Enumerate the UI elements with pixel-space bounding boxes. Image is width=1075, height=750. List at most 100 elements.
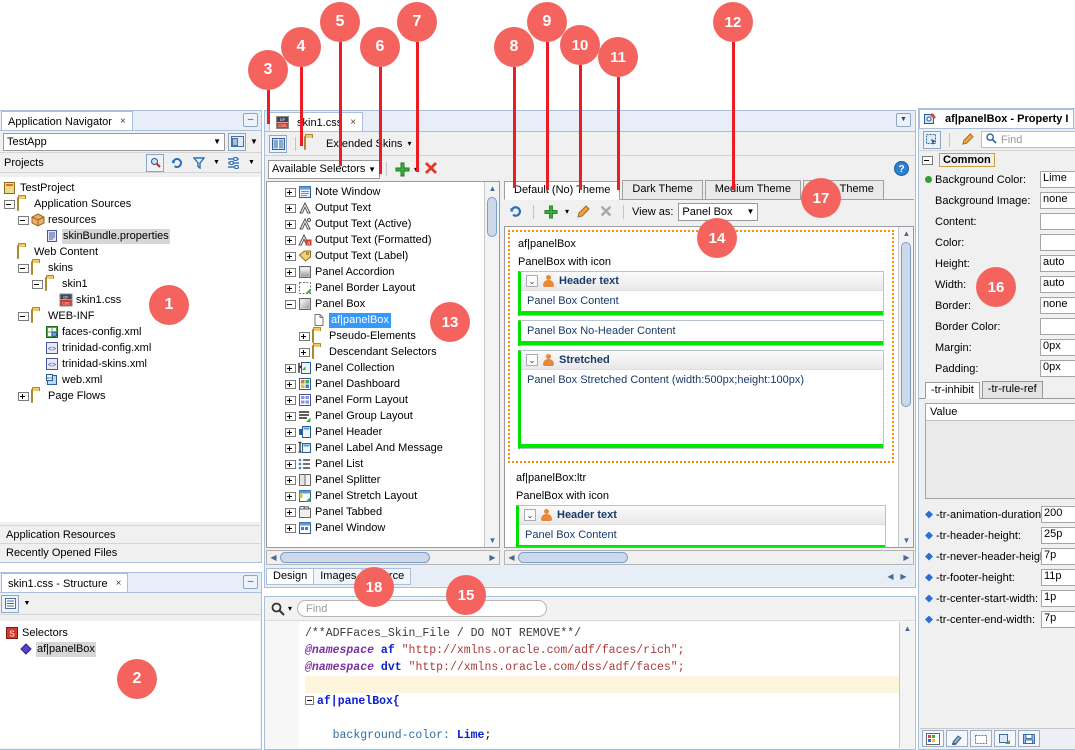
options-menu-arrow[interactable]: ▼ (247, 154, 256, 172)
tree-item-output-text-formatted[interactable]: AOutput Text (Formatted) (271, 232, 499, 248)
expand-toggle-icon[interactable] (285, 396, 296, 405)
scroll-left-icon[interactable]: ◀ (505, 551, 518, 564)
theme-tabs[interactable]: Default (No) ThemeDark ThemeMedium Theme… (504, 179, 914, 200)
code-line[interactable] (305, 710, 899, 727)
source-vscrollbar[interactable]: ▲ (899, 622, 914, 748)
property-value-input[interactable]: 1p (1041, 590, 1075, 607)
tree-item-panel-label-and-message[interactable]: Panel Label And Message (271, 440, 499, 456)
tree-item-web-content[interactable]: Web Content (0, 244, 260, 260)
collapse-toggle-icon[interactable] (18, 312, 29, 321)
code-line[interactable] (305, 676, 899, 693)
expand-toggle-icon[interactable] (299, 348, 310, 357)
tree-item-panel-header[interactable]: Panel Header (271, 424, 499, 440)
tree-item-panel-group-layout[interactable]: Panel Group Layout (271, 408, 499, 424)
scroll-down-icon[interactable]: ▼ (900, 534, 913, 547)
code-area[interactable]: /**ADFFaces_Skin_File / DO NOT REMOVE**/… (299, 622, 899, 748)
property-value-input[interactable]: 7p (1041, 548, 1075, 565)
tree-item-panel-list[interactable]: Panel List (271, 456, 499, 472)
extended-skins-label[interactable]: Extended Skins (326, 138, 402, 150)
find-menu-arrow[interactable]: ▾ (288, 604, 292, 613)
add-preview-button[interactable] (542, 203, 560, 221)
selectors-vscrollbar[interactable]: ▲ ▼ (484, 182, 499, 547)
property-value-input[interactable]: auto (1040, 276, 1075, 293)
expand-toggle-icon[interactable] (285, 220, 296, 229)
options-icon[interactable] (225, 154, 243, 172)
expand-toggle-icon[interactable] (285, 428, 296, 437)
collapse-toggle-icon[interactable] (32, 280, 43, 289)
code-line[interactable]: @namespace dvt "http://xmlns.oracle.com/… (305, 659, 899, 676)
panel-box-sample[interactable]: Panel Box No-Header Content (518, 320, 884, 346)
application-select[interactable]: TestApp ▼ (3, 133, 225, 151)
expand-toggle-icon[interactable] (299, 332, 310, 341)
application-menu-arrow[interactable]: ▼ (249, 133, 259, 151)
tab-property-inspector[interactable]: af|panelBox - Property I (919, 109, 1074, 128)
property-find-input[interactable]: Find (981, 131, 1075, 148)
tree-item-web-xml[interactable]: xmlweb.xml (0, 372, 260, 388)
preview-block[interactable]: af|panelBoxPanelBox with icon⌄Header tex… (508, 230, 894, 463)
tree-item-panel-border-layout[interactable]: Panel Border Layout (271, 280, 499, 296)
tree-item-web-inf[interactable]: WEB-INF (0, 308, 260, 324)
property-value-input[interactable]: 0px (1040, 360, 1075, 377)
expand-toggle-icon[interactable] (285, 236, 296, 245)
code-line[interactable]: af|panelBox{ (305, 693, 899, 710)
preview-vscrollbar[interactable]: ▲ ▼ (898, 227, 913, 547)
structure-menu-arrow[interactable]: ▼ (22, 595, 32, 613)
panel-box-header[interactable]: ⌄Header text (519, 506, 885, 525)
theme-tab-dark-theme[interactable]: Dark Theme (622, 180, 702, 199)
strip-recently-opened-files[interactable]: Recently Opened Files (0, 543, 260, 561)
scroll-left-icon[interactable]: ◀ (267, 551, 280, 564)
add-selector-button[interactable] (393, 160, 411, 178)
expand-toggle-icon[interactable] (285, 364, 296, 373)
expand-toggle-icon[interactable] (285, 460, 296, 469)
property-value-input[interactable]: 11p (1041, 569, 1075, 586)
expand-toggle-icon[interactable] (285, 524, 296, 533)
scroll-down-icon[interactable]: ▼ (486, 534, 499, 547)
theme-tab-medium-theme[interactable]: Medium Theme (705, 180, 801, 199)
tree-item-trinidad-skins-xml[interactable]: <>trinidad-skins.xml (0, 356, 260, 372)
chevron-down-icon[interactable]: ▾ (407, 139, 411, 148)
code-line[interactable]: /**ADFFaces_Skin_File / DO NOT REMOVE**/ (305, 625, 899, 642)
property-value-input[interactable]: auto (1040, 255, 1075, 272)
filter-menu-arrow[interactable]: ▼ (212, 154, 221, 172)
sub-tab-tr-inhibit[interactable]: -tr-inhibit (925, 382, 980, 399)
panel-box-sample[interactable]: ⌄Header textPanel Box Content (516, 505, 886, 548)
palette-icon[interactable] (922, 730, 944, 747)
close-icon[interactable]: × (116, 578, 122, 589)
tree-item-skinbundle-properties[interactable]: skinBundle.properties (0, 228, 260, 244)
collapse-toggle-icon[interactable] (4, 200, 15, 209)
code-line[interactable]: @namespace af "http://xmlns.oracle.com/a… (305, 642, 899, 659)
delete-preview-button[interactable] (597, 203, 615, 221)
tree-item-output-text[interactable]: Output Text (271, 200, 499, 216)
panel-box-header[interactable]: ⌄Stretched (521, 351, 883, 370)
scroll-up-icon[interactable]: ▲ (486, 182, 499, 195)
preview-hscrollbar[interactable]: ◀ ▶ (504, 550, 914, 565)
delete-selector-button[interactable] (421, 160, 441, 178)
close-icon[interactable]: × (120, 116, 126, 127)
help-icon[interactable]: ? (892, 159, 910, 177)
search-icon[interactable] (146, 154, 164, 172)
project-tree[interactable]: TestProjectApplication Sourcesresourcess… (0, 177, 260, 522)
expand-toggle-icon[interactable] (285, 284, 296, 293)
theme-tab-default-no-theme[interactable]: Default (No) Theme (504, 181, 620, 200)
tree-item-testproject[interactable]: TestProject (0, 180, 260, 196)
tree-item-panel-collection[interactable]: Panel Collection (271, 360, 499, 376)
tree-item-page-flows[interactable]: Page Flows (0, 388, 260, 404)
find-input[interactable]: Find (297, 600, 547, 617)
structure-options-icon[interactable] (1, 595, 19, 613)
view-tab-design[interactable]: Design (266, 568, 314, 585)
filter-icon[interactable] (190, 154, 208, 172)
expand-toggle-icon[interactable] (285, 492, 296, 501)
tree-item-selectors[interactable]: SSelectors (0, 625, 260, 641)
property-value-input[interactable]: 25p (1041, 527, 1075, 544)
value-table[interactable]: Value (925, 403, 1075, 499)
expand-toggle-icon[interactable] (285, 252, 296, 261)
selectors-hscrollbar[interactable]: ◀ ▶ (266, 550, 500, 565)
expand-toggle-icon[interactable] (285, 204, 296, 213)
chevron-down-icon[interactable]: ⌄ (526, 275, 538, 287)
expand-toggle-icon[interactable] (18, 392, 29, 401)
split-view-icon[interactable] (269, 135, 287, 153)
expand-toggle-icon[interactable] (285, 380, 296, 389)
collapse-toggle-icon[interactable] (18, 264, 29, 273)
property-sub-tabs[interactable]: -tr-inhibit-tr-rule-ref (919, 381, 1075, 399)
panel-box-sample[interactable]: ⌄Header textPanel Box Content (518, 271, 884, 316)
